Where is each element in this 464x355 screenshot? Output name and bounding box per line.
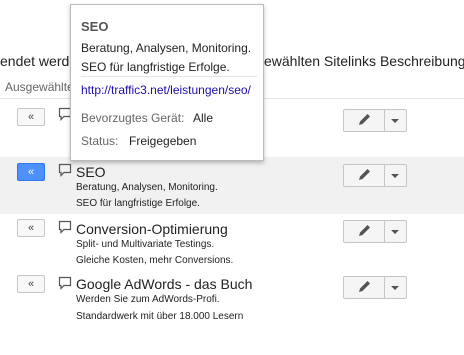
move-left-button[interactable]: « xyxy=(17,108,45,126)
comment-icon xyxy=(58,276,72,290)
sitelink-title[interactable]: SEO xyxy=(76,164,106,180)
popup-status-value: Freigegeben xyxy=(129,134,197,148)
pencil-icon xyxy=(359,281,370,292)
comment-icon xyxy=(58,220,72,234)
sitelink-row-adwords-book: « Google AdWords - das Buch Werden Sie z… xyxy=(0,270,464,330)
popup-url-link[interactable]: http://traffic3.net/leistungen/seo/ xyxy=(81,83,251,97)
edit-button[interactable] xyxy=(344,110,385,131)
popup-device-value: Alle xyxy=(193,111,214,125)
move-left-button[interactable]: « xyxy=(17,219,45,237)
popup-title: SEO xyxy=(81,19,109,34)
chevron-down-icon xyxy=(391,286,399,290)
chevron-down-icon xyxy=(391,230,399,234)
edit-button[interactable] xyxy=(344,165,385,186)
popup-description-line1: Beratung, Analysen, Monitoring. xyxy=(81,41,252,55)
edit-button[interactable] xyxy=(344,277,385,298)
sitelink-description-line1: Beratung, Analysen, Monitoring. xyxy=(76,182,218,193)
popup-status-label: Status: xyxy=(81,134,119,148)
more-options-button[interactable] xyxy=(384,110,406,131)
more-options-button[interactable] xyxy=(384,277,406,298)
pencil-icon xyxy=(359,225,370,236)
sitelink-description-line1: Werden Sie zum AdWords-Profi. xyxy=(76,294,220,305)
sitelink-title[interactable]: Conversion-Optimierung xyxy=(76,221,228,237)
sitelink-description-line2: Gleiche Kosten, mehr Conversions. xyxy=(76,255,234,266)
edit-button-group xyxy=(343,276,407,299)
sitelink-description-line2: Standardwerk mit über 18.000 Lesern xyxy=(76,311,244,322)
edit-button-group xyxy=(343,109,407,132)
sitelink-title[interactable]: Google AdWords - das Buch xyxy=(76,276,252,292)
chevron-down-icon xyxy=(391,174,399,178)
pencil-icon xyxy=(359,114,370,125)
sitelink-description-line2: SEO für langfristige Erfolge. xyxy=(76,198,200,209)
sitelink-preview-popup: SEO Beratung, Analysen, Monitoring. SEO … xyxy=(70,4,264,161)
move-left-button[interactable]: « xyxy=(17,275,45,293)
more-options-button[interactable] xyxy=(384,221,406,242)
sitelink-description-line1: Split- und Multivariate Testings. xyxy=(76,239,215,250)
popup-device-label: Bevorzugtes Gerät: xyxy=(81,111,185,125)
sitelink-row-seo: « SEO Beratung, Analysen, Monitoring. SE… xyxy=(0,157,464,214)
popup-description-line2: SEO für langfristige Erfolge. xyxy=(81,60,230,74)
column-header-selected: Ausgewählte xyxy=(5,80,74,94)
chevron-down-icon xyxy=(391,119,399,123)
edit-button-group xyxy=(343,220,407,243)
edit-button-group xyxy=(343,164,407,187)
comment-icon xyxy=(58,163,72,177)
headline-left-fragment: endet werde xyxy=(0,53,78,69)
headline-right-fragment: ewählten Sitelinks Beschreibungen xyxy=(264,53,464,69)
edit-button[interactable] xyxy=(344,221,385,242)
more-options-button[interactable] xyxy=(384,165,406,186)
pencil-icon xyxy=(359,169,370,180)
popup-divider xyxy=(81,76,257,77)
sitelink-row-conversion: « Conversion-Optimierung Split- und Mult… xyxy=(0,214,464,271)
move-left-button-active[interactable]: « xyxy=(17,163,45,181)
